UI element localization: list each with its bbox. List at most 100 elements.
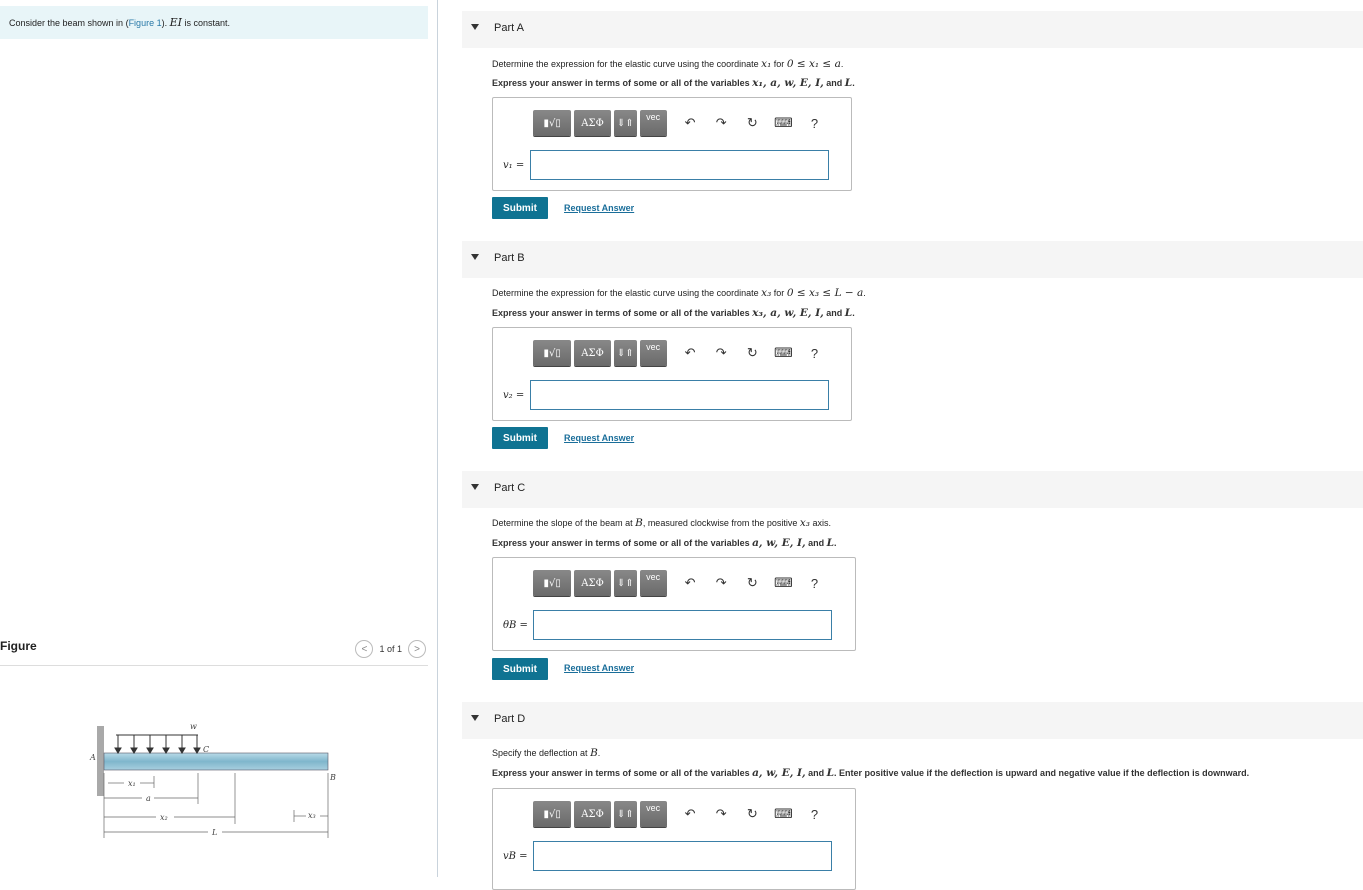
intro-math: EI — [169, 16, 182, 29]
pager-count: 1 of 1 — [379, 644, 402, 654]
part-b-header[interactable]: Part B — [462, 241, 1363, 278]
answer-label: vB = — [503, 851, 528, 862]
redo-icon[interactable]: ↷ — [711, 575, 732, 591]
submit-button[interactable]: Submit — [492, 658, 548, 680]
greek-symbols-button[interactable]: ΑΣΦ — [574, 340, 611, 366]
greek-symbols-button[interactable]: ΑΣΦ — [574, 570, 611, 596]
label-a: a — [146, 794, 151, 803]
greek-symbols-button[interactable]: ΑΣΦ — [574, 801, 611, 827]
math-toolbar: ▮√▯ ΑΣΦ ⇓⇑ vec ↶ ↷ ↻ ⌨ ? — [533, 338, 825, 368]
left-panel: Consider the beam shown in (Figure 1). E… — [0, 0, 438, 877]
arrows-button[interactable]: ⇓⇑ — [613, 340, 637, 366]
math-toolbar: ▮√▯ ΑΣΦ ⇓⇑ vec ↶ ↷ ↻ ⌨ ? — [533, 799, 825, 829]
part-a: Part A Determine the expression for the … — [462, 11, 1363, 219]
figure-title: Figure — [0, 639, 37, 653]
prev-figure-button[interactable]: < — [355, 640, 374, 658]
part-b-instructions: Express your answer in terms of some or … — [492, 307, 855, 319]
request-answer-link[interactable]: Request Answer — [564, 433, 634, 443]
greek-symbols-button[interactable]: ΑΣΦ — [574, 110, 611, 136]
answer-label: v₂ = — [503, 390, 525, 401]
answer-input[interactable] — [533, 841, 832, 871]
reset-icon[interactable]: ↻ — [742, 345, 763, 361]
templates-button[interactable]: ▮√▯ — [533, 801, 572, 827]
vector-button[interactable]: vec — [639, 110, 667, 136]
undo-icon[interactable]: ↶ — [680, 115, 701, 131]
help-icon[interactable]: ? — [804, 346, 825, 361]
help-icon[interactable]: ? — [804, 116, 825, 131]
math-toolbar: ▮√▯ ΑΣΦ ⇓⇑ vec ↶ ↷ ↻ ⌨ ? — [533, 108, 825, 138]
part-d-header[interactable]: Part D — [462, 702, 1363, 739]
label-A: A — [89, 753, 96, 762]
part-a-instructions: Express your answer in terms of some or … — [492, 77, 855, 89]
figure-header: Figure < 1 of 1 > — [0, 637, 428, 666]
label-x3: x₃ — [308, 811, 316, 820]
templates-button[interactable]: ▮√▯ — [533, 570, 572, 596]
next-figure-button[interactable]: > — [408, 640, 426, 658]
keyboard-icon[interactable]: ⌨ — [773, 806, 794, 822]
keyboard-icon[interactable]: ⌨ — [773, 345, 794, 361]
part-c: Part C Determine the slope of the beam a… — [462, 471, 1363, 680]
intro-tail: is constant. — [181, 18, 230, 28]
part-d-question: Specify the deflection at B. — [492, 747, 601, 759]
arrows-button[interactable]: ⇓⇑ — [613, 570, 637, 596]
answer-label: v₁ = — [503, 160, 525, 171]
part-d-instructions: Express your answer in terms of some or … — [492, 767, 1250, 779]
vector-button[interactable]: vec — [639, 570, 667, 596]
part-c-question: Determine the slope of the beam at B, me… — [492, 517, 832, 529]
request-answer-link[interactable]: Request Answer — [564, 663, 634, 673]
part-a-title: Part A — [494, 22, 524, 34]
reset-icon[interactable]: ↻ — [742, 806, 763, 822]
beam-body — [103, 752, 329, 771]
part-c-instructions: Express your answer in terms of some or … — [492, 537, 837, 549]
part-d-title: Part D — [494, 713, 526, 725]
collapse-triangle-icon[interactable] — [471, 484, 479, 490]
part-b-title: Part B — [494, 252, 525, 264]
help-icon[interactable]: ? — [804, 576, 825, 591]
answer-input[interactable] — [530, 150, 829, 180]
templates-button[interactable]: ▮√▯ — [533, 110, 572, 136]
submit-button[interactable]: Submit — [492, 427, 548, 449]
figure-pager: < 1 of 1 > — [355, 640, 426, 658]
distributed-load-arrows — [114, 735, 201, 754]
help-icon[interactable]: ? — [804, 807, 825, 822]
part-c-answer-box: ▮√▯ ΑΣΦ ⇓⇑ vec ↶ ↷ ↻ ⌨ ? θB = — [492, 557, 856, 651]
redo-icon[interactable]: ↷ — [711, 345, 732, 361]
intro-text-after: ). — [161, 18, 170, 28]
part-a-header[interactable]: Part A — [462, 11, 1363, 48]
arrows-button[interactable]: ⇓⇑ — [613, 801, 637, 827]
request-answer-link[interactable]: Request Answer — [564, 203, 634, 213]
label-B: B — [329, 773, 336, 782]
keyboard-icon[interactable]: ⌨ — [773, 115, 794, 131]
collapse-triangle-icon[interactable] — [471, 715, 479, 721]
undo-icon[interactable]: ↶ — [680, 575, 701, 591]
arrows-button[interactable]: ⇓⇑ — [613, 110, 637, 136]
figure-link[interactable]: Figure 1 — [129, 18, 162, 28]
collapse-triangle-icon[interactable] — [471, 254, 479, 260]
wall-support — [97, 726, 104, 796]
reset-icon[interactable]: ↻ — [742, 575, 763, 591]
undo-icon[interactable]: ↶ — [680, 806, 701, 822]
label-L: L — [211, 828, 217, 837]
label-w: w — [190, 722, 197, 731]
redo-icon[interactable]: ↷ — [711, 115, 732, 131]
vector-button[interactable]: vec — [639, 801, 667, 827]
collapse-triangle-icon[interactable] — [471, 24, 479, 30]
part-c-header[interactable]: Part C — [462, 471, 1363, 508]
part-a-question: Determine the expression for the elastic… — [492, 58, 844, 70]
answer-input[interactable] — [533, 610, 832, 640]
undo-icon[interactable]: ↶ — [680, 345, 701, 361]
part-a-answer-box: ▮√▯ ΑΣΦ ⇓⇑ vec ↶ ↷ ↻ ⌨ ? v₁ = — [492, 97, 852, 191]
problem-intro: Consider the beam shown in (Figure 1). E… — [0, 6, 428, 39]
part-b: Part B Determine the expression for the … — [462, 241, 1363, 449]
redo-icon[interactable]: ↷ — [711, 806, 732, 822]
part-b-answer-box: ▮√▯ ΑΣΦ ⇓⇑ vec ↶ ↷ ↻ ⌨ ? v₂ = — [492, 327, 852, 421]
reset-icon[interactable]: ↻ — [742, 115, 763, 131]
submit-button[interactable]: Submit — [492, 197, 548, 219]
keyboard-icon[interactable]: ⌨ — [773, 575, 794, 591]
part-b-question: Determine the expression for the elastic… — [492, 287, 866, 299]
right-panel: Part A Determine the expression for the … — [462, 0, 1363, 890]
vector-button[interactable]: vec — [639, 340, 667, 366]
answer-input[interactable] — [530, 380, 829, 410]
label-x2: x₂ — [160, 813, 168, 822]
templates-button[interactable]: ▮√▯ — [533, 340, 572, 366]
